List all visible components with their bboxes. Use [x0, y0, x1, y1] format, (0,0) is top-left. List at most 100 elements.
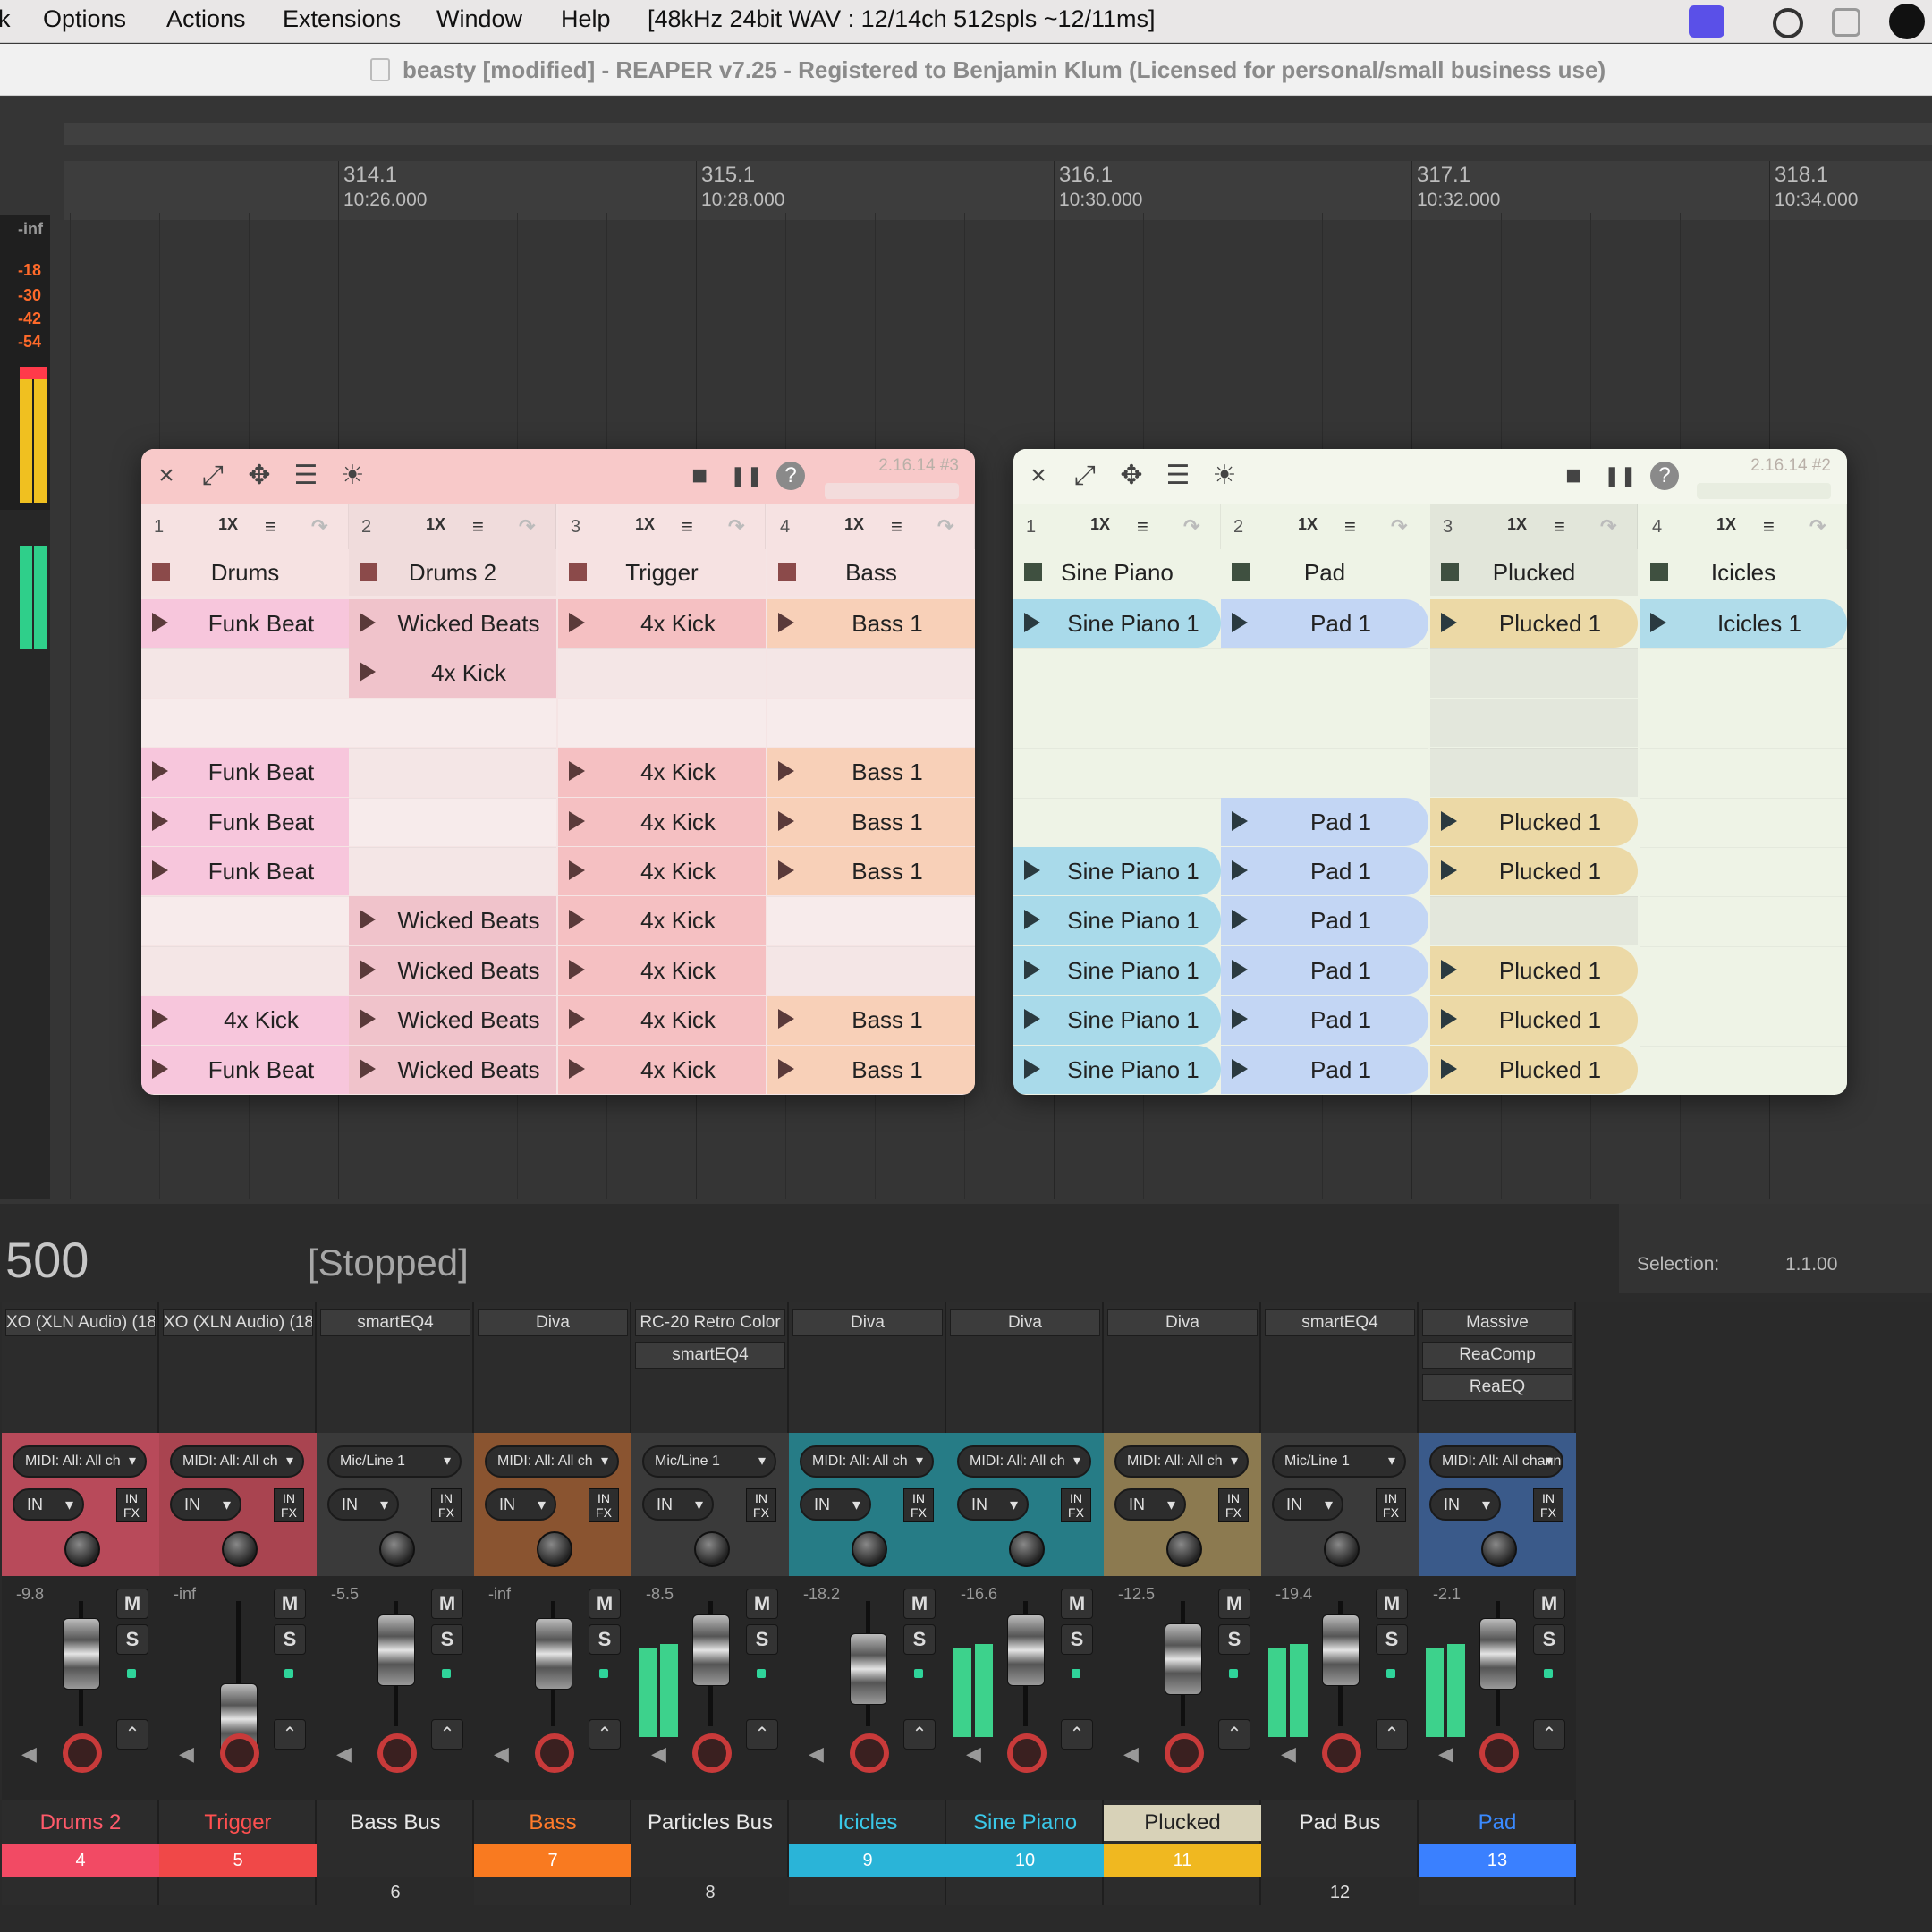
input-select[interactable]: MIDI: All: All ch ▾ — [13, 1445, 147, 1478]
queue-icon[interactable]: ≡ — [1763, 515, 1775, 538]
clip-play-icon[interactable] — [1232, 613, 1248, 632]
clip-slot[interactable] — [349, 748, 556, 797]
clip-slot[interactable]: Bass 1 — [767, 847, 975, 896]
track-name[interactable]: Trigger — [159, 1805, 317, 1841]
automation-icon[interactable]: ⌃ — [116, 1719, 148, 1750]
input-select[interactable]: MIDI: All: All ch ▾ — [170, 1445, 304, 1478]
automation-icon[interactable]: ⌃ — [589, 1719, 621, 1750]
mute-button[interactable]: M — [746, 1589, 778, 1619]
record-arm-button[interactable] — [63, 1733, 102, 1773]
clip-slot[interactable] — [1640, 648, 1847, 698]
pause-all-icon[interactable]: ❚❚ — [730, 460, 763, 492]
clip-slot[interactable] — [767, 648, 975, 698]
queue-icon[interactable]: ≡ — [472, 515, 484, 538]
clip-slot[interactable]: Funk Beat — [141, 1045, 349, 1094]
clip-slot[interactable] — [1640, 748, 1847, 797]
help-icon[interactable]: ? — [776, 462, 805, 490]
fader-handle[interactable] — [377, 1614, 415, 1686]
input-fx-button[interactable]: IN FX — [274, 1488, 304, 1522]
clip-slot[interactable]: Bass 1 — [767, 1045, 975, 1094]
clip-slot[interactable] — [1013, 797, 1221, 846]
record-arm-button[interactable] — [1007, 1733, 1046, 1773]
clip-slot[interactable] — [558, 698, 766, 748]
automation-icon[interactable]: ⌃ — [274, 1719, 306, 1750]
speaker-icon[interactable]: ◀ — [21, 1742, 37, 1766]
clip-slot[interactable] — [1013, 698, 1221, 748]
input-fx-button[interactable]: IN FX — [746, 1488, 776, 1522]
timeline-scrollbar[interactable] — [64, 123, 1932, 145]
clip-play-icon[interactable] — [360, 1009, 376, 1030]
chevron-down-icon[interactable]: ▾ — [758, 1447, 766, 1476]
mute-button[interactable]: M — [116, 1589, 148, 1619]
expand-icon[interactable]: ⤢ — [197, 460, 229, 492]
column-stop-icon[interactable] — [360, 564, 377, 581]
clip-slot[interactable]: Pad 1 — [1221, 847, 1428, 896]
speed-button[interactable]: 1X — [1298, 515, 1318, 534]
speed-button[interactable]: 1X — [1716, 515, 1736, 534]
clip-slot[interactable]: Wicked Beats — [349, 945, 556, 996]
column-track-name[interactable]: Trigger — [558, 549, 766, 596]
expand-icon[interactable]: ⤢ — [1069, 460, 1101, 492]
column-stop-icon[interactable] — [152, 564, 170, 581]
column-stop-icon[interactable] — [778, 564, 796, 581]
clip-slot[interactable] — [1221, 748, 1428, 797]
speaker-icon[interactable]: ◀ — [651, 1742, 666, 1766]
input-monitor-select[interactable]: IN ▾ — [642, 1488, 714, 1521]
clip-slot[interactable]: Funk Beat — [141, 797, 349, 846]
clip-slot[interactable] — [1221, 698, 1428, 748]
clip-slot[interactable] — [349, 698, 556, 748]
automation-icon[interactable]: ⌃ — [431, 1719, 463, 1750]
chevron-down-icon[interactable]: ▾ — [380, 1490, 388, 1519]
fx-slot[interactable]: smartEQ4 — [635, 1342, 785, 1368]
fader-handle[interactable] — [63, 1618, 100, 1690]
clip-play-icon[interactable] — [778, 761, 794, 782]
clip-play-icon[interactable] — [778, 810, 794, 831]
track-name[interactable]: Pad — [1419, 1805, 1576, 1841]
theme-icon[interactable]: ☀ — [336, 460, 369, 492]
screen-share-icon[interactable] — [1689, 5, 1724, 38]
input-monitor-select[interactable]: IN ▾ — [957, 1488, 1029, 1521]
column-track-name[interactable]: Bass — [767, 549, 975, 596]
track-name[interactable]: Sine Piano — [946, 1805, 1104, 1841]
solo-button[interactable]: S — [903, 1624, 936, 1655]
clip-slot[interactable]: 4x Kick — [558, 847, 766, 896]
mute-button[interactable]: M — [274, 1589, 306, 1619]
selection-value[interactable]: 1.1.00 — [1785, 1254, 1837, 1275]
close-icon[interactable]: × — [1022, 460, 1055, 492]
chevron-down-icon[interactable]: ▾ — [1231, 1447, 1238, 1476]
automation-icon[interactable]: ⌃ — [1533, 1719, 1565, 1750]
clip-slot[interactable] — [1640, 698, 1847, 748]
clip-slot[interactable]: Sine Piano 1 — [1013, 896, 1221, 945]
clip-slot[interactable] — [349, 797, 556, 846]
queue-icon[interactable]: ≡ — [265, 515, 276, 538]
loop-icon[interactable]: ↷ — [1183, 515, 1199, 538]
clip-slot[interactable]: 4x Kick — [558, 945, 766, 996]
chevron-down-icon[interactable]: ▾ — [223, 1490, 231, 1519]
column-stop-icon[interactable] — [1650, 564, 1668, 581]
clip-play-icon[interactable] — [778, 613, 794, 632]
clip-slot[interactable] — [1430, 896, 1638, 945]
clip-slot[interactable] — [1640, 996, 1847, 1045]
column-track-name[interactable]: Sine Piano — [1013, 549, 1221, 596]
clip-slot[interactable]: Bass 1 — [767, 996, 975, 1045]
input-select[interactable]: MIDI: All: All ch ▾ — [485, 1445, 619, 1478]
clip-slot[interactable] — [141, 648, 349, 698]
clip-play-icon[interactable] — [569, 860, 585, 880]
track-name[interactable]: Icicles — [789, 1805, 946, 1841]
clip-slot[interactable]: 4x Kick — [558, 599, 766, 648]
input-select[interactable]: MIDI: All: All channels▾ — [1429, 1445, 1563, 1478]
speaker-icon[interactable]: ◀ — [179, 1742, 194, 1766]
track-name[interactable]: Plucked — [1104, 1805, 1261, 1841]
input-monitor-select[interactable]: IN ▾ — [1429, 1488, 1501, 1521]
chevron-down-icon[interactable]: ▾ — [852, 1490, 860, 1519]
speaker-icon[interactable]: ◀ — [494, 1742, 509, 1766]
fx-slot[interactable]: smartEQ4 — [1265, 1309, 1415, 1336]
clip-launcher-window-2[interactable]: × ⤢ ✥ ☰ ☀ ■ ❚❚? 2.16.14 #2 1 1X ≡ ↷ Sine Piano 2 1X ≡ ↷ P… — [1013, 449, 1847, 1095]
pan-knob[interactable] — [537, 1531, 572, 1567]
fader-handle[interactable] — [850, 1633, 887, 1705]
clip-slot[interactable] — [558, 648, 766, 698]
clip-play-icon[interactable] — [360, 613, 376, 632]
clip-play-icon[interactable] — [569, 613, 585, 632]
clip-slot[interactable]: 4x Kick — [558, 748, 766, 797]
solo-button[interactable]: S — [1533, 1624, 1565, 1655]
